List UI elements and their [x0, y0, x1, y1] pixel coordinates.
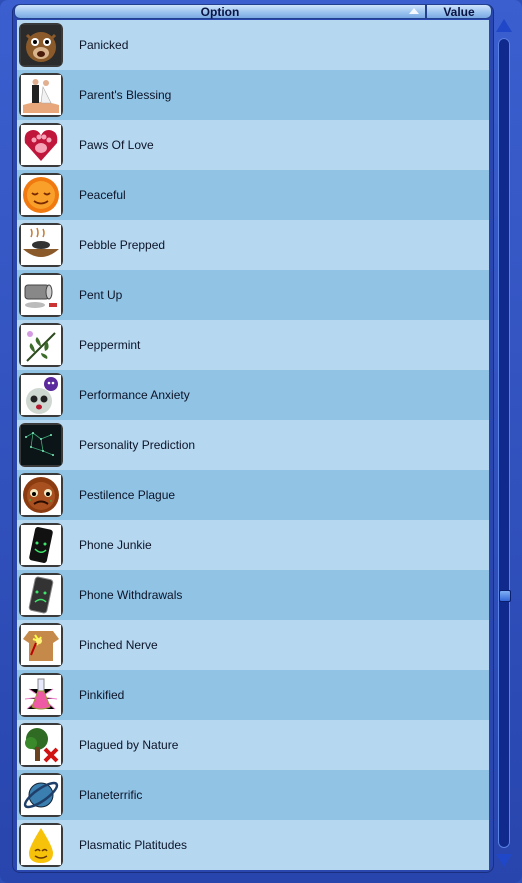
list-item-label: Plagued by Nature: [79, 738, 179, 752]
sad-phone-icon: [19, 573, 63, 617]
tree-cross-icon: [19, 723, 63, 767]
list-item-label: Planeterrific: [79, 788, 143, 802]
list-item-label: Paws Of Love: [79, 138, 154, 152]
list-item[interactable]: Peppermint: [17, 320, 489, 370]
scroll-thumb[interactable]: [499, 590, 511, 602]
list-item[interactable]: Pebble Prepped: [17, 220, 489, 270]
value-header-label: Value: [443, 5, 475, 19]
option-header-label: Option: [200, 5, 240, 19]
list-item-label: Peaceful: [79, 188, 126, 202]
list-item[interactable]: Personality Prediction: [17, 420, 489, 470]
paw-heart-icon: [19, 123, 63, 167]
list-item[interactable]: Pestilence Plague: [17, 470, 489, 520]
list-item[interactable]: Plagued by Nature: [17, 720, 489, 770]
sort-ascending-icon: [409, 8, 419, 14]
list-item-label: Parent's Blessing: [79, 88, 172, 102]
spilled-can-icon: [19, 273, 63, 317]
list-item[interactable]: Panicked: [17, 20, 489, 70]
scroll-up-button[interactable]: [495, 17, 513, 35]
couple-in-hand-icon: [19, 73, 63, 117]
peppermint-leaf-icon: [19, 323, 63, 367]
list-item[interactable]: Pinched Nerve: [17, 620, 489, 670]
list-item[interactable]: Pent Up: [17, 270, 489, 320]
plasma-drop-icon: [19, 823, 63, 867]
vertical-scrollbar[interactable]: [495, 17, 513, 870]
list-item-label: Personality Prediction: [79, 438, 196, 452]
option-column-header[interactable]: Option: [14, 4, 426, 19]
list-item-label: Performance Anxiety: [79, 388, 190, 402]
list-item-label: Panicked: [79, 38, 129, 52]
list-item-label: Peppermint: [79, 338, 141, 352]
list-header: Option Value: [14, 4, 492, 19]
list-item-label: Pinched Nerve: [79, 638, 158, 652]
list-item[interactable]: Pinkified: [17, 670, 489, 720]
options-window: Option Value Panicked Parent's Blessing: [0, 0, 522, 883]
panicked-face-icon: [19, 23, 63, 67]
list-item[interactable]: Parent's Blessing: [17, 70, 489, 120]
arrow-down-icon: [496, 854, 512, 867]
list-item[interactable]: Performance Anxiety: [17, 370, 489, 420]
pinched-nerve-icon: [19, 623, 63, 667]
sick-face-icon: [19, 473, 63, 517]
list-item[interactable]: Plasmatic Platitudes: [17, 820, 489, 870]
list-item-label: Pinkified: [79, 688, 125, 702]
list-item[interactable]: Phone Junkie: [17, 520, 489, 570]
list-item[interactable]: Phone Withdrawals: [17, 570, 489, 620]
list-item-label: Phone Withdrawals: [79, 588, 183, 602]
list-item-label: Pent Up: [79, 288, 123, 302]
scroll-track[interactable]: [498, 38, 511, 848]
list-item-label: Pebble Prepped: [79, 238, 166, 252]
happy-phone-icon: [19, 523, 63, 567]
scroll-down-button[interactable]: [495, 852, 513, 870]
arrow-up-icon: [496, 19, 512, 32]
pink-potion-icon: [19, 673, 63, 717]
anxious-face-icon: [19, 373, 63, 417]
peaceful-face-icon: [19, 173, 63, 217]
pebble-pot-icon: [19, 223, 63, 267]
list-item[interactable]: Paws Of Love: [17, 120, 489, 170]
options-list: Panicked Parent's Blessing Paws Of Love …: [17, 20, 489, 870]
list-item-label: Plasmatic Platitudes: [79, 838, 188, 852]
list-item[interactable]: Planeterrific: [17, 770, 489, 820]
constellation-icon: [19, 423, 63, 467]
value-column-header[interactable]: Value: [426, 4, 492, 19]
list-item[interactable]: Peaceful: [17, 170, 489, 220]
planet-icon: [19, 773, 63, 817]
list-item-label: Pestilence Plague: [79, 488, 176, 502]
options-list-panel: Option Value Panicked Parent's Blessing: [12, 4, 494, 873]
list-item-label: Phone Junkie: [79, 538, 152, 552]
